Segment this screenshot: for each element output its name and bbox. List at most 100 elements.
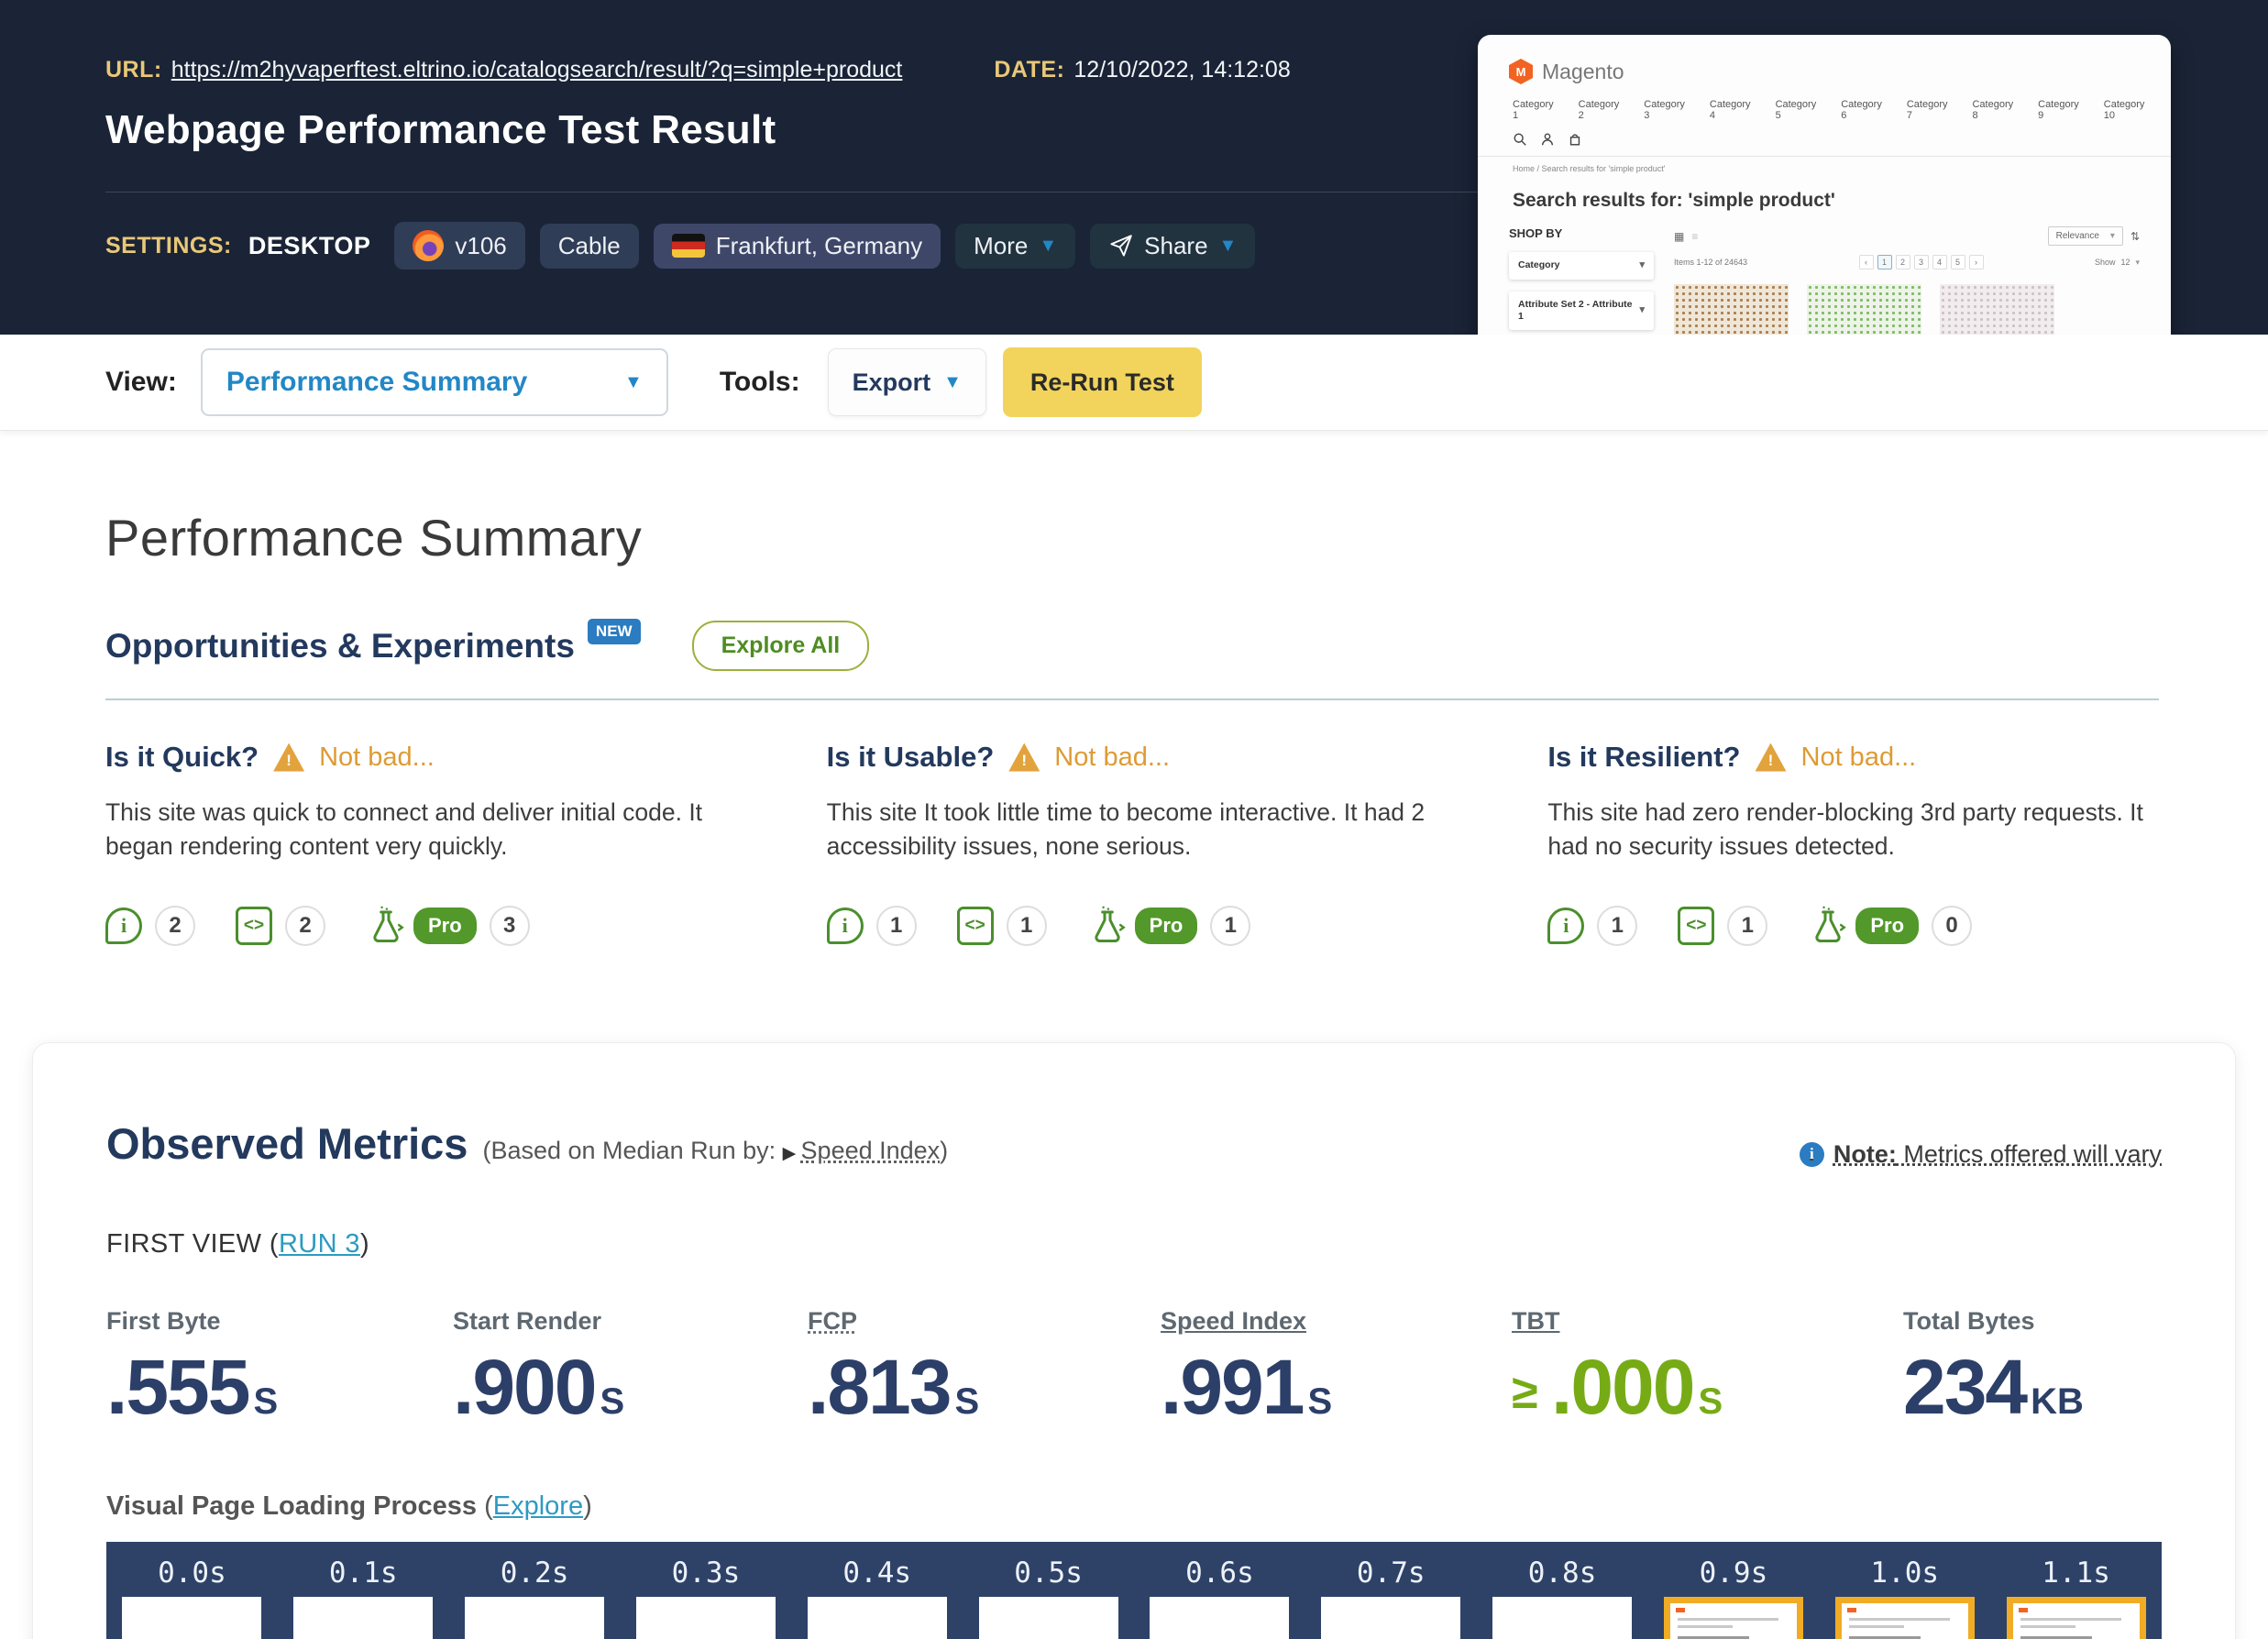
filmstrip-frame[interactable]: 0.6s <box>1134 1556 1305 1639</box>
frame-thumbnail <box>293 1597 433 1639</box>
metrics-note[interactable]: i Note: Metrics offered will vary <box>1800 1140 2162 1169</box>
code-count[interactable]: 1 <box>1727 906 1767 946</box>
run-link[interactable]: RUN 3 <box>279 1229 360 1259</box>
card-verdict: Not bad... <box>1054 742 1170 773</box>
metric-label[interactable]: TBT <box>1512 1307 1903 1336</box>
page-screenshot-thumbnail[interactable]: M Magento Category 1 Category 2 Category 3… <box>1478 35 2171 385</box>
filmstrip-frame[interactable]: 0.5s <box>963 1556 1134 1639</box>
experiment-flask-icon[interactable] <box>366 905 406 947</box>
opportunity-cards: Is it Quick? ! Not bad... This site was … <box>105 741 2159 947</box>
share-button[interactable]: Share ▼ <box>1090 224 1255 269</box>
code-icon[interactable]: <> <box>1678 907 1714 945</box>
preview-nav-item: Category 9 <box>2038 99 2079 121</box>
info-bubble-icon[interactable]: i <box>827 908 864 944</box>
germany-flag-icon <box>672 234 705 258</box>
preview-nav-item: Category 6 <box>1841 99 1882 121</box>
filmstrip-frame[interactable]: 0.2s <box>449 1556 621 1639</box>
tools-label: Tools: <box>720 367 800 398</box>
list-view-icon: ≡ <box>1691 230 1698 243</box>
metric: Total Bytes 234 KB <box>1903 1307 2162 1425</box>
date-label: DATE: <box>994 57 1064 83</box>
info-count[interactable]: 1 <box>876 906 917 946</box>
preview-page: 4 <box>1932 255 1947 270</box>
experiment-count[interactable]: 3 <box>490 906 530 946</box>
warning-icon: ! <box>1008 743 1040 772</box>
preview-nav-item: Category 5 <box>1776 99 1817 121</box>
preview-nav-item: Category 8 <box>1972 99 2013 121</box>
card-question: Is it Usable? <box>827 741 995 774</box>
main-content: Performance Summary Opportunities & Expe… <box>0 508 2268 1639</box>
frame-thumbnail <box>979 1597 1118 1639</box>
preview-brand: Magento <box>1542 60 1624 84</box>
rerun-test-button[interactable]: Re-Run Test <box>1003 347 1202 417</box>
filmstrip-frame[interactable]: 0.7s <box>1305 1556 1477 1639</box>
filmstrip: 0.0s 0.1s 0.2s 0.3s 0.4s 0.5s 0.6s 0.7s … <box>106 1542 2162 1639</box>
card-verdict: Not bad... <box>1801 742 1917 773</box>
frame-time: 0.7s <box>1357 1556 1426 1590</box>
info-count[interactable]: 2 <box>155 906 195 946</box>
preview-divider <box>1478 156 2171 157</box>
opportunity-card: Is it Quick? ! Not bad... This site was … <box>105 741 717 947</box>
experiment-flask-icon[interactable] <box>1808 905 1848 947</box>
preview-nav-item: Category 4 <box>1710 99 1751 121</box>
test-date: 12/10/2022, 14:12:08 <box>1073 57 1290 83</box>
preview-pagination: ‹ 1 2 3 4 5 › <box>1859 255 1984 270</box>
view-tools-toolbar: View: Performance Summary ▼ Tools: Expor… <box>0 335 2268 431</box>
card-description: This site had zero render-blocking 3rd p… <box>1547 796 2152 863</box>
connection-badge[interactable]: Cable <box>540 224 639 269</box>
account-icon <box>1540 132 1555 147</box>
preview-page: 2 <box>1896 255 1910 270</box>
tested-url-link[interactable]: https://m2hyvaperftest.eltrino.io/catalo… <box>171 57 903 83</box>
preview-icon-row <box>1513 132 2140 147</box>
filmstrip-frame[interactable]: 1.1s <box>1990 1556 2162 1639</box>
section-divider <box>105 698 2159 700</box>
code-count[interactable]: 1 <box>1007 906 1047 946</box>
preview-breadcrumb: Home / Search results for 'simple produc… <box>1513 164 2140 173</box>
experiment-flask-icon[interactable] <box>1087 905 1128 947</box>
chevron-down-icon: ▼ <box>624 372 643 393</box>
filmstrip-frame[interactable]: 0.8s <box>1477 1556 1648 1639</box>
median-metric-link[interactable]: Speed Index <box>801 1137 941 1164</box>
metric-label[interactable]: FCP <box>808 1307 1161 1336</box>
frame-time: 0.6s <box>1185 1556 1254 1590</box>
preview-items-count: Items 1-12 of 24643 <box>1674 258 1747 267</box>
experiment-count[interactable]: 0 <box>1932 906 1972 946</box>
filmstrip-frame[interactable]: 0.9s <box>1647 1556 1819 1639</box>
chevron-down-icon: ▼ <box>1219 236 1238 257</box>
info-count[interactable]: 1 <box>1597 906 1637 946</box>
pro-badge: Pro <box>1135 908 1198 944</box>
code-icon[interactable]: <> <box>236 907 272 945</box>
info-bubble-icon[interactable]: i <box>105 908 142 944</box>
filmstrip-frame[interactable]: 0.0s <box>106 1556 278 1639</box>
info-bubble-icon[interactable]: i <box>1547 908 1584 944</box>
preview-show-label: Show <box>2095 258 2116 267</box>
more-button[interactable]: More ▼ <box>955 224 1075 269</box>
preview-shopby-label: SHOP BY <box>1509 226 1654 240</box>
frame-time: 0.2s <box>501 1556 569 1590</box>
frame-thumbnail <box>465 1597 604 1639</box>
export-button[interactable]: Export ▼ <box>828 348 986 416</box>
frame-thumbnail <box>636 1597 776 1639</box>
explore-all-button[interactable]: Explore All <box>692 621 870 671</box>
filmstrip-frame[interactable]: 0.3s <box>620 1556 791 1639</box>
code-count[interactable]: 2 <box>285 906 325 946</box>
location-badge[interactable]: Frankfurt, Germany <box>654 224 941 269</box>
experiment-count[interactable]: 1 <box>1210 906 1250 946</box>
filmstrip-frame[interactable]: 0.1s <box>278 1556 449 1639</box>
metric-label[interactable]: Speed Index <box>1161 1307 1512 1336</box>
browser-badge[interactable]: v106 <box>394 222 524 270</box>
frame-thumbnail <box>1150 1597 1289 1639</box>
frame-time: 0.5s <box>1014 1556 1083 1590</box>
view-select[interactable]: Performance Summary ▼ <box>201 348 668 416</box>
code-icon[interactable]: <> <box>957 907 994 945</box>
frame-thumbnail <box>1664 1597 1803 1639</box>
filmstrip-frame[interactable]: 1.0s <box>1819 1556 1990 1639</box>
preview-nav-item: Category 3 <box>1644 99 1685 121</box>
preview-page: 5 <box>1951 255 1965 270</box>
frame-thumbnail <box>1835 1597 1975 1639</box>
frame-thumbnail <box>2007 1597 2146 1639</box>
firefox-icon <box>413 230 444 261</box>
filmstrip-frame[interactable]: 0.4s <box>791 1556 963 1639</box>
explore-link[interactable]: Explore <box>493 1491 583 1521</box>
paper-plane-icon <box>1108 234 1133 258</box>
